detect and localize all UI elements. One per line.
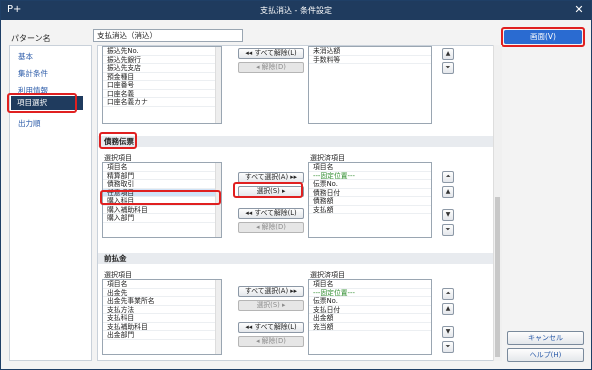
list-scrollbar[interactable] <box>215 280 221 354</box>
list-item[interactable]: 口座名義カナ <box>103 98 221 107</box>
list-item[interactable]: 出金先 <box>103 289 221 297</box>
saimu-deselect-all-button[interactable]: ◂◂ すべて解除(L) <box>238 208 304 219</box>
list-item[interactable]: 口座名義 <box>103 90 221 98</box>
maebarai-selected-list[interactable]: 項目名 ---固定位置--- 伝票No. 支払日付 出金額 充当額 <box>308 279 432 355</box>
maebarai-available-list[interactable]: 項目名 出金先 出金先事業所名 支払方法 支払科目 支払補助科目 出金部門 <box>102 279 222 355</box>
maebarai-select-all-button[interactable]: すべて選択(A) ▸▸ <box>238 286 304 297</box>
move-down-icon[interactable]: ▼ <box>442 326 454 338</box>
move-bottom-icon[interactable]: ⏷ <box>442 62 454 74</box>
saimu-selected-list[interactable]: 項目名 ---固定位置--- 伝票No. 債務日付 債務額 支払額 <box>308 162 432 238</box>
cancel-button[interactable]: キャンセル <box>507 331 584 345</box>
list-item[interactable]: 支払補助科目 <box>103 323 221 331</box>
list-item[interactable]: 伝票No. <box>309 297 431 306</box>
move-top-icon[interactable]: ⏶ <box>442 171 454 183</box>
list-item[interactable]: 預金種目 <box>103 73 221 81</box>
list-item[interactable]: 未消込額 <box>309 47 431 56</box>
move-up-icon[interactable]: ▲ <box>442 186 454 198</box>
highlight-sidebar-selection <box>7 93 77 113</box>
maebarai-deselect-button[interactable]: ◂ 解除(D) <box>238 336 304 347</box>
sidebar-item-aggregate[interactable]: 集計条件 <box>18 68 48 79</box>
window-title: 支払消込 - 条件設定 <box>260 6 332 15</box>
list-item[interactable]: 口座番号 <box>103 81 221 90</box>
move-top-icon[interactable]: ⏶ <box>442 288 454 300</box>
list-item[interactable]: 項目名 <box>103 163 221 172</box>
list-item[interactable]: 項目名 <box>103 280 221 289</box>
move-down-icon[interactable]: ▼ <box>442 209 454 221</box>
saimu-deselect-button[interactable]: ◂ 解除(D) <box>238 222 304 233</box>
screen-button-label: 画面(V) <box>530 32 556 41</box>
list-item-fixed-divider: ---固定位置--- <box>309 172 431 180</box>
move-bottom-icon[interactable]: ⏷ <box>442 224 454 236</box>
list-item[interactable]: 出金部門 <box>103 331 221 340</box>
move-up-icon[interactable]: ▲ <box>442 303 454 315</box>
list-item[interactable]: 項目名 <box>309 280 431 289</box>
list-item[interactable]: 支払日付 <box>309 306 431 314</box>
highlight-select-button <box>233 182 303 198</box>
top-deselect-all-button[interactable]: ◂◂ すべて解除(L) <box>238 48 304 59</box>
list-item[interactable]: 出金先事業所名 <box>103 297 221 306</box>
list-item[interactable]: 伝票No. <box>309 180 431 189</box>
section-title-maebarai: 前払金 <box>104 254 127 263</box>
maebarai-deselect-all-button[interactable]: ◂◂ すべて解除(L) <box>238 322 304 333</box>
dialog-window: P+ 支払消込 - 条件設定 ✕ パターン名 支払消込（消込） 画面(V) 基本… <box>0 0 592 370</box>
list-item[interactable]: 支払科目 <box>103 314 221 323</box>
sidebar-item-output-order[interactable]: 出力順 <box>18 118 41 129</box>
highlight-list-item <box>100 190 221 205</box>
list-item[interactable]: 振込先銀行 <box>103 56 221 64</box>
list-scrollbar[interactable] <box>215 47 221 123</box>
list-item[interactable]: 購入部門 <box>103 214 221 223</box>
list-item[interactable]: 支払額 <box>309 206 431 214</box>
top-deselect-button[interactable]: ◂ 解除(D) <box>238 62 304 73</box>
move-bottom-icon[interactable]: ⏷ <box>442 341 454 353</box>
list-item[interactable]: 振込先支店 <box>103 64 221 73</box>
section-header-maebarai: 前払金 <box>98 253 494 264</box>
list-item[interactable]: 項目名 <box>309 163 431 172</box>
list-item[interactable]: 出金額 <box>309 314 431 323</box>
list-item[interactable]: 振込先No. <box>103 47 221 56</box>
list-item-fixed-divider: ---固定位置--- <box>309 289 431 297</box>
maebarai-select-button[interactable]: 選択(S) ▸ <box>238 300 304 311</box>
list-item[interactable]: 債務取引 <box>103 180 221 189</box>
section-header-saimu: 債務伝票 <box>98 136 494 147</box>
top-available-list[interactable]: 振込先No. 振込先銀行 振込先支店 預金種目 口座番号 口座名義 口座名義カナ <box>102 46 222 124</box>
list-item[interactable]: 支払方法 <box>103 306 221 314</box>
screen-button[interactable]: 画面(V) <box>504 30 582 44</box>
list-item[interactable]: 充当額 <box>309 323 431 331</box>
highlight-section-title <box>99 132 137 149</box>
sidebar-item-basic[interactable]: 基本 <box>18 51 33 62</box>
list-item[interactable]: 精算部門 <box>103 172 221 180</box>
close-icon[interactable]: ✕ <box>573 3 585 17</box>
move-up-icon[interactable]: ▲ <box>442 48 454 60</box>
top-selected-list[interactable]: 未消込額 手数料等 <box>308 46 432 124</box>
list-item[interactable]: 手数料等 <box>309 56 431 64</box>
help-button[interactable]: ヘルプ(H) <box>507 348 584 362</box>
list-item[interactable]: 債務日付 <box>309 189 431 197</box>
list-item[interactable]: 債務額 <box>309 197 431 206</box>
content-scrollbar-thumb[interactable] <box>495 197 500 357</box>
pattern-name-label: パターン名 <box>11 34 51 43</box>
list-item[interactable]: 購入補助科目 <box>103 206 221 214</box>
pattern-name-field[interactable]: 支払消込（消込） <box>93 29 243 42</box>
title-bar: P+ 支払消込 - 条件設定 ✕ <box>1 1 591 20</box>
